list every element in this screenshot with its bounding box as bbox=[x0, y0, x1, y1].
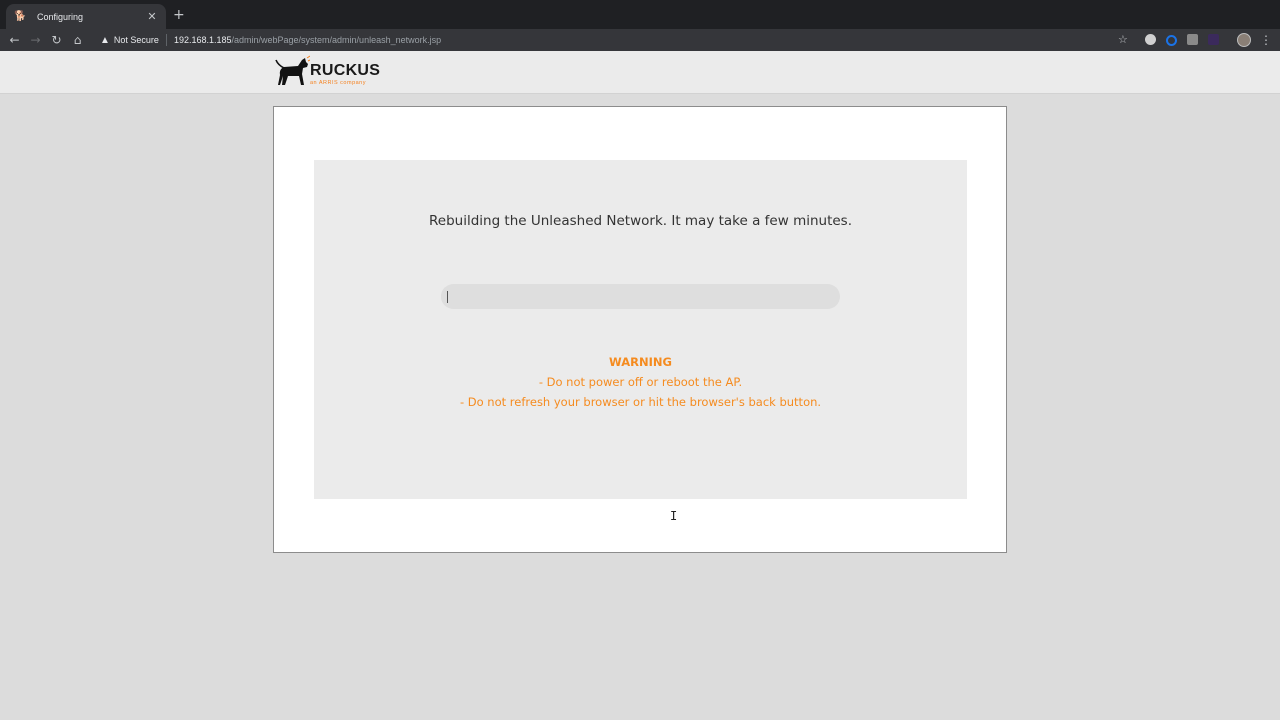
logo-tagline: an ARRIS company bbox=[310, 80, 366, 86]
logo-wordmark: RUCKUS bbox=[310, 62, 381, 79]
address-bar[interactable]: ▲ Not Secure 192.168.1.185/admin/webPage… bbox=[92, 29, 1132, 51]
browser-tab-bar: 🐕 Configuring ✕ + bbox=[0, 0, 1280, 29]
warning-triangle-icon: ▲ bbox=[100, 34, 110, 46]
home-icon[interactable]: ⌂ bbox=[67, 33, 88, 47]
ruckus-favicon-icon: 🐕 bbox=[14, 10, 27, 22]
bookmark-star-icon[interactable]: ☆ bbox=[1118, 29, 1128, 51]
browser-menu-icon[interactable]: ⋮ bbox=[1260, 29, 1272, 51]
security-label: Not Secure bbox=[113, 35, 159, 45]
profile-avatar[interactable] bbox=[1237, 33, 1251, 47]
forward-arrow-icon[interactable]: → bbox=[25, 33, 46, 47]
tab-title: Configuring bbox=[37, 11, 84, 22]
reload-icon[interactable]: ↻ bbox=[46, 33, 67, 47]
extension-circle-icon[interactable] bbox=[1145, 34, 1156, 45]
status-message: Rebuilding the Unleashed Network. It may… bbox=[428, 213, 853, 229]
text-cursor-icon: I bbox=[670, 509, 678, 523]
ruckus-dog-icon bbox=[275, 55, 310, 85]
warning-block: WARNING - Do not power off or reboot the… bbox=[314, 352, 967, 412]
extension-blue-ring-icon[interactable] bbox=[1166, 35, 1177, 46]
url-host: 192.168.1.185 bbox=[173, 35, 232, 45]
browser-toolbar: ← → ↻ ⌂ ▲ Not Secure 192.168.1.185/admin… bbox=[0, 29, 1280, 51]
new-tab-plus-icon[interactable]: + bbox=[173, 7, 185, 23]
logo-text: RUCKUS an ARRIS company bbox=[310, 55, 380, 87]
browser-tab[interactable]: 🐕 Configuring ✕ bbox=[6, 4, 166, 29]
extension-g-icon[interactable] bbox=[1187, 34, 1198, 45]
warning-line: - Do not power off or reboot the AP. bbox=[538, 375, 743, 389]
progress-fill bbox=[441, 284, 445, 309]
url-path: /admin/webPage/system/admin/unleash_netw… bbox=[231, 35, 442, 45]
progress-bar bbox=[441, 284, 840, 309]
status-box: Rebuilding the Unleashed Network. It may… bbox=[314, 160, 967, 499]
warning-title: WARNING bbox=[609, 355, 672, 369]
extension-purple-icon[interactable] bbox=[1208, 34, 1219, 45]
warning-line: - Do not refresh your browser or hit the… bbox=[459, 395, 822, 409]
progress-indicator bbox=[447, 291, 448, 303]
ruckus-logo: RUCKUS an ARRIS company bbox=[274, 55, 380, 89]
back-arrow-icon[interactable]: ← bbox=[4, 33, 25, 47]
omnibox-divider bbox=[165, 34, 167, 46]
page-header: RUCKUS an ARRIS company bbox=[0, 51, 1280, 94]
close-tab-icon[interactable]: ✕ bbox=[146, 10, 158, 23]
main-panel: Rebuilding the Unleashed Network. It may… bbox=[273, 106, 1007, 553]
